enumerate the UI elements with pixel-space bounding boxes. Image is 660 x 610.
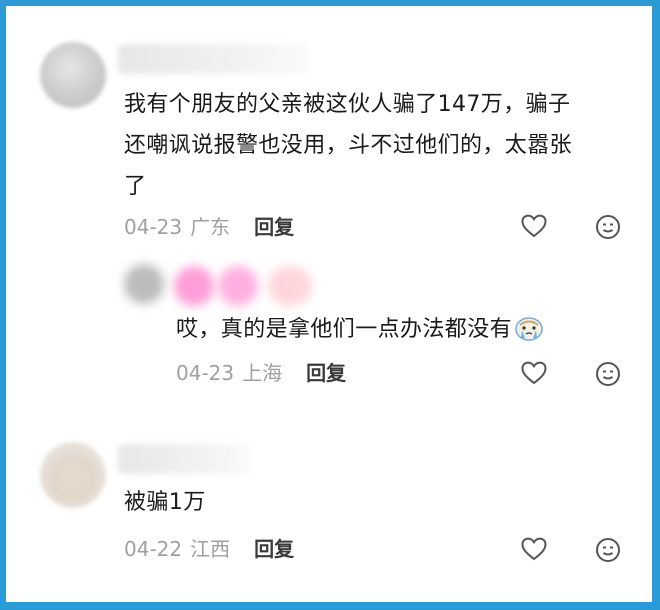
comment-meta: 04-23 广东 回复: [124, 212, 294, 242]
reply-button[interactable]: 回复: [254, 215, 294, 239]
heart-icon[interactable]: [520, 535, 548, 563]
comment-location: 广东: [190, 215, 231, 239]
heart-icon[interactable]: [520, 212, 548, 240]
comment-date: 04-22: [124, 537, 183, 561]
comment-date: 04-23: [176, 361, 235, 385]
reply-button[interactable]: 回复: [306, 361, 346, 385]
comment-date: 04-23: [124, 215, 183, 239]
username-blurred[interactable]: [118, 44, 308, 74]
smiley-face-icon[interactable]: [594, 536, 622, 564]
avatar[interactable]: [40, 442, 106, 508]
smiley-face-icon[interactable]: [594, 213, 622, 241]
reply-text-content: 哎，真的是拿他们一点办法都没有: [176, 317, 513, 342]
reply-button[interactable]: 回复: [254, 537, 294, 561]
comment-location: 上海: [242, 361, 283, 385]
comments-panel: 我有个朋友的父亲被这伙人骗了147万，骗子 还嘲讽说报警也没用，斗不过他们的，太…: [6, 6, 652, 602]
comment-text: 我有个朋友的父亲被这伙人骗了147万，骗子 还嘲讽说报警也没用，斗不过他们的，太…: [124, 92, 573, 199]
reply-meta: 04-23 上海 回复: [176, 358, 346, 388]
comment-meta: 04-22 江西 回复: [124, 534, 294, 564]
smiley-face-icon[interactable]: [594, 360, 622, 388]
heart-icon[interactable]: [520, 359, 548, 387]
reply-user-blurred[interactable]: [114, 260, 324, 310]
avatar[interactable]: [40, 42, 106, 108]
reply-text: 哎，真的是拿他们一点办法都没有: [176, 309, 646, 350]
comment-text: 被骗1万: [124, 490, 206, 515]
comment-location: 江西: [190, 537, 231, 561]
crying-face-emoji: [515, 317, 543, 341]
username-blurred[interactable]: [118, 444, 250, 474]
